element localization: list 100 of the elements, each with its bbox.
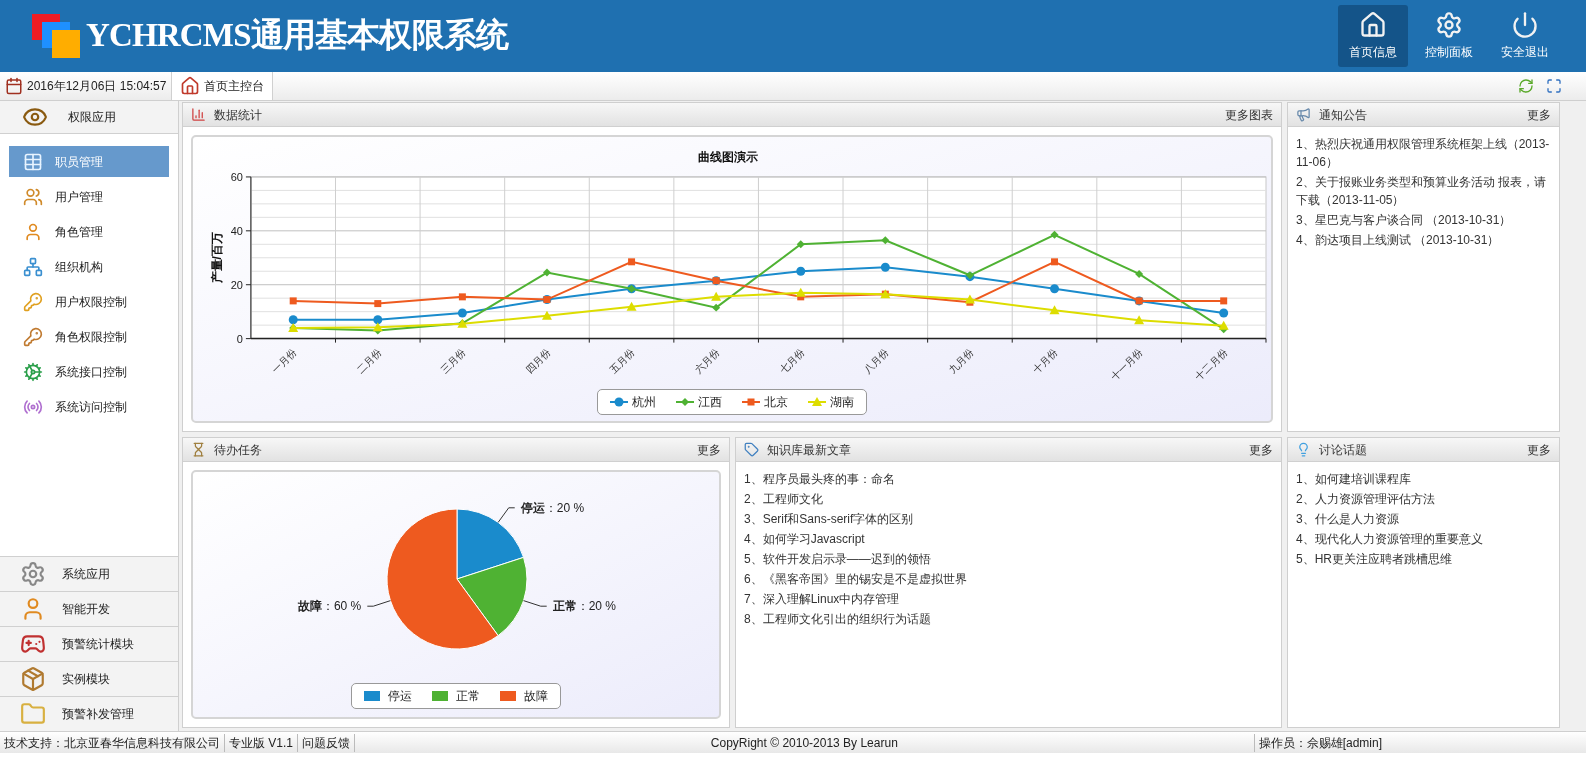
sidebar-section-header[interactable]: 权限应用 bbox=[0, 101, 178, 134]
list-link[interactable]: 5、软件开发启示录——迟到的领悟 bbox=[744, 550, 1273, 568]
more-link[interactable]: 更多 bbox=[1249, 440, 1273, 459]
legend-marker-icon bbox=[610, 396, 628, 407]
item-icon bbox=[23, 221, 43, 242]
nav-button[interactable]: 控制面板 bbox=[1414, 5, 1484, 67]
point bbox=[881, 236, 890, 245]
item-icon bbox=[23, 256, 43, 277]
list-link[interactable]: 1、如何建培训课程库 bbox=[1296, 470, 1551, 488]
chart-title: 曲线图演示 bbox=[698, 149, 758, 164]
tab[interactable]: 首页主控台 bbox=[172, 72, 274, 100]
more-link[interactable]: 更多 bbox=[697, 440, 721, 459]
point bbox=[1135, 269, 1144, 278]
point bbox=[1051, 258, 1059, 266]
list-link[interactable]: 5、HR更关注应聘者跳槽思维 bbox=[1296, 550, 1551, 568]
list-link[interactable]: 1、程序员最头疼的事：命名 bbox=[744, 470, 1273, 488]
slice-label: 停运：20 % bbox=[520, 500, 584, 515]
sidebar-item[interactable]: 组织机构 bbox=[9, 251, 169, 282]
legend-swatch-icon bbox=[364, 691, 380, 701]
panel-icon bbox=[744, 442, 759, 457]
point bbox=[541, 310, 552, 320]
list-link[interactable]: 8、工程师文化引出的组织行为话题 bbox=[744, 610, 1273, 628]
x-tick-label: 六月份 bbox=[692, 346, 722, 376]
panel-icon bbox=[191, 107, 206, 122]
list-link[interactable]: 6、《黑客帝国》里的锡安是不是虚拟世界 bbox=[744, 570, 1273, 588]
module-header[interactable]: 预警统计模块 bbox=[0, 626, 178, 661]
list-link[interactable]: 4、现代化人力资源管理的重要意义 bbox=[1296, 530, 1551, 548]
legend-swatch-icon bbox=[500, 691, 516, 701]
app-title: YCHRCMS通用基本权限系统 bbox=[86, 16, 509, 56]
panel-icon bbox=[1296, 107, 1311, 122]
module-icon bbox=[20, 561, 46, 587]
item-icon bbox=[23, 186, 43, 207]
item-icon bbox=[23, 291, 43, 312]
list-link[interactable]: 2、工程师文化 bbox=[744, 490, 1273, 508]
module-icon bbox=[20, 701, 46, 727]
module-header[interactable]: 智能开发 bbox=[0, 591, 178, 626]
module-header[interactable]: 系统应用 bbox=[0, 556, 178, 591]
list-link[interactable]: 4、韵达项目上线测试 （2013-10-31） bbox=[1296, 231, 1551, 249]
legend-marker-icon bbox=[808, 396, 826, 407]
point bbox=[626, 301, 637, 311]
point bbox=[796, 266, 806, 276]
sidebar-item[interactable]: 系统访问控制 bbox=[9, 391, 169, 422]
point bbox=[1220, 297, 1228, 305]
panel-title: 待办任务 bbox=[214, 441, 262, 459]
section-title: 权限应用 bbox=[68, 109, 116, 126]
legend-label: 停运 bbox=[388, 688, 412, 705]
sidebar-item[interactable]: 用户权限控制 bbox=[9, 286, 169, 317]
status-text: 操作员：佘赐雄[admin] bbox=[1253, 733, 1386, 752]
leader-line bbox=[497, 507, 515, 523]
sidebar-item[interactable]: 系统接口控制 bbox=[9, 356, 169, 387]
item-icon bbox=[23, 361, 43, 382]
nav-icon bbox=[1359, 11, 1387, 39]
date-time: 2016年12月06日 15:04:57 bbox=[27, 78, 167, 95]
nav-button[interactable]: 首页信息 bbox=[1338, 5, 1408, 67]
point bbox=[373, 315, 383, 325]
more-link[interactable]: 更多图表 bbox=[1225, 105, 1273, 124]
calendar-icon bbox=[5, 77, 23, 95]
module-header[interactable]: 实例模块 bbox=[0, 661, 178, 696]
point bbox=[880, 262, 890, 272]
module-icon bbox=[20, 666, 46, 692]
legend-swatch-icon bbox=[432, 691, 448, 701]
slice-label: 正常：20 % bbox=[552, 599, 616, 614]
list-link[interactable]: 2、关于报账业务类型和预算业务活动 报表，请下载（2013-11-05） bbox=[1296, 173, 1551, 209]
y-tick-label: 0 bbox=[236, 332, 243, 345]
nav-button[interactable]: 安全退出 bbox=[1490, 5, 1560, 67]
list-link[interactable]: 1、热烈庆祝通用权限管理系统框架上线（2013-11-06） bbox=[1296, 135, 1551, 171]
sidebar-item[interactable]: 用户管理 bbox=[9, 181, 169, 212]
panel-icon bbox=[191, 442, 206, 457]
point bbox=[289, 297, 297, 305]
point bbox=[1049, 305, 1060, 315]
point bbox=[542, 268, 551, 277]
list-link[interactable]: 3、星巴克与客户谈合同 （2013-10-31） bbox=[1296, 211, 1551, 229]
point bbox=[372, 322, 383, 332]
leader-line bbox=[522, 600, 547, 607]
copyright-text: CopyRight © 2010-2013 By Learun bbox=[709, 734, 899, 752]
list-link[interactable]: 4、如何学习Javascript bbox=[744, 530, 1273, 548]
legend-label: 故障 bbox=[524, 688, 548, 705]
panel-icon bbox=[1296, 442, 1311, 457]
legend-label: 湖南 bbox=[830, 393, 854, 411]
fullscreen-icon[interactable] bbox=[1546, 78, 1562, 94]
legend-label: 正常 bbox=[456, 688, 480, 705]
more-link[interactable]: 更多 bbox=[1527, 105, 1551, 124]
list-link[interactable]: 7、深入理解Linux中内存管理 bbox=[744, 590, 1273, 608]
leader-line bbox=[366, 600, 391, 607]
more-link[interactable]: 更多 bbox=[1527, 440, 1551, 459]
x-tick-label: 五月份 bbox=[608, 346, 637, 376]
status-text: 专业版 V1.1 bbox=[225, 733, 299, 752]
refresh-icon[interactable] bbox=[1518, 78, 1534, 94]
x-tick-label: 十月份 bbox=[1030, 346, 1060, 376]
x-tick-label: 三月份 bbox=[438, 346, 468, 376]
sidebar-item[interactable]: 角色权限控制 bbox=[9, 321, 169, 352]
y-tick-label: 40 bbox=[230, 224, 243, 237]
list-link[interactable]: 3、什么是人力资源 bbox=[1296, 510, 1551, 528]
home-icon bbox=[180, 76, 201, 96]
module-header[interactable]: 预警补发管理 bbox=[0, 696, 178, 731]
list-link[interactable]: 2、人力资源管理评估方法 bbox=[1296, 490, 1551, 508]
x-tick-label: 七月份 bbox=[777, 346, 807, 376]
status-text: 问题反馈 bbox=[298, 733, 356, 752]
list-link[interactable]: 3、Serif和Sans-serif字体的区别 bbox=[744, 510, 1273, 528]
sidebar-item[interactable]: 角色管理 bbox=[9, 216, 169, 247]
